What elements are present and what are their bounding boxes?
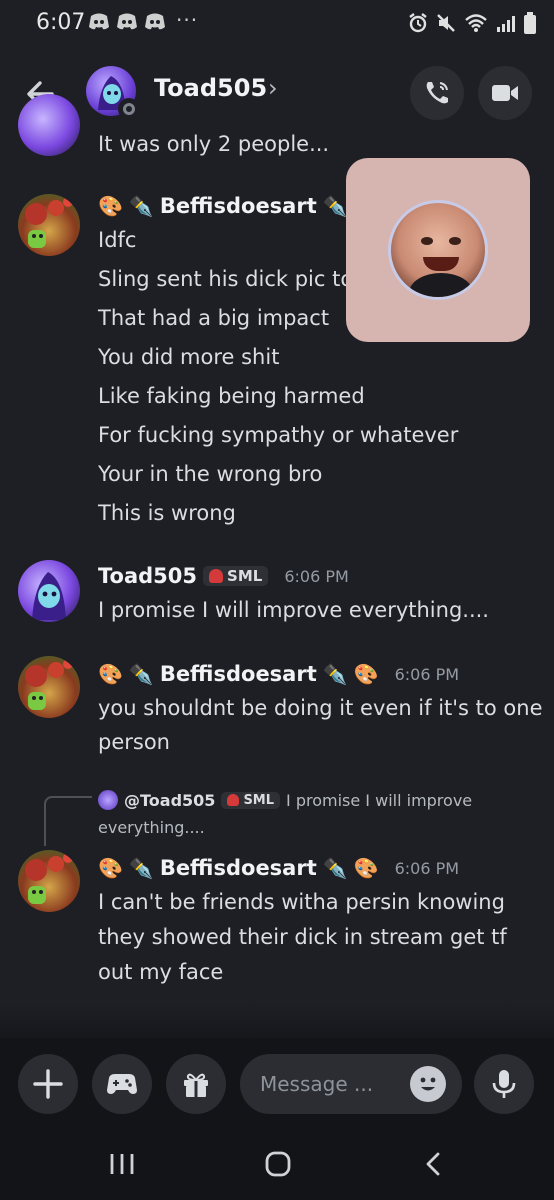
pip-avatar [388,200,488,300]
message-text: I promise I will improve everything.... [98,598,489,622]
message-text: you shouldnt be doing it even if it's to… [98,696,543,720]
mushroom-icon [227,794,240,806]
wifi-icon [464,13,488,33]
system-navigation-bar [0,1130,554,1200]
message-field[interactable] [240,1054,462,1114]
message-text: Your in the wrong bro [98,462,323,486]
message-text: You did more shit [98,345,280,369]
username[interactable]: Beffisdoesart [160,856,317,880]
system-icons [408,12,536,34]
reply-preview: everything.... [98,818,205,837]
mute-icon [436,13,456,33]
message-text: This is wrong [98,501,236,525]
mushroom-icon [209,569,224,583]
pen-nib-icon: ✒️ [128,194,154,218]
emoji-button[interactable] [410,1066,446,1102]
palette-icon: 🎨 [98,194,123,218]
message-header: 🎨 ✒️ Beffisdoesart ✒️ [98,194,348,218]
offline-status-icon [118,98,140,120]
reply-connector [44,796,92,846]
smiley-icon [410,1066,446,1102]
message-text: they showed their dick in stream get tf [98,925,507,949]
message-text: For fucking sympathy or whatever [98,423,459,447]
pen-nib-icon: ✒️ [322,194,348,218]
discord-notification-icon [88,12,110,32]
pen-nib-icon: ✒️ [128,856,154,880]
recent-apps-button[interactable] [92,1144,152,1184]
palette-icon: 🎨 [98,662,123,686]
avatar[interactable] [18,94,80,156]
clan-tag-label: SML [227,567,263,585]
video-camera-icon [478,66,532,120]
conversation-header: 6 Toad505 › [0,56,554,132]
reply-reference[interactable]: @Toad505 SML I promise I will improve [98,790,472,810]
timestamp: 6:06 PM [284,566,349,586]
clan-tag: SML [221,791,281,809]
message-text: person [98,730,170,754]
avatar[interactable] [18,850,80,912]
message-text: It was only 2 people... [98,132,330,156]
activities-button[interactable] [92,1054,152,1114]
palette-icon: 🎨 [353,662,379,686]
pen-nib-icon: ✒️ [322,856,348,880]
home-icon [248,1144,308,1184]
message-text: Idfc [98,228,137,252]
message-composer [0,1038,554,1130]
chevron-right-icon[interactable]: › [268,74,278,102]
discord-notification-icon [144,12,166,32]
reply-author[interactable]: @Toad505 [124,791,215,810]
gamepad-icon [92,1054,152,1114]
battery-icon [524,12,536,34]
message-text: Sling sent his dick pic to [98,267,354,291]
username[interactable]: Beffisdoesart [160,194,317,218]
avatar[interactable] [18,656,80,718]
message-input[interactable] [260,1068,400,1100]
plus-icon [18,1054,78,1114]
signal-icon [496,13,516,33]
message-text: That had a big impact [98,306,330,330]
timestamp: 6:06 PM [394,858,460,878]
message-text: I can't be friends witha persin knowing [98,890,505,914]
voice-message-button[interactable] [474,1054,534,1114]
message-header: Toad505 SML 6:06 PM [98,564,349,588]
notification-icons [88,12,166,32]
message-text: out my face [98,960,224,984]
message-header: 🎨 ✒️ Beffisdoesart ✒️ 🎨 6:06 PM [98,662,459,686]
palette-icon: 🎨 [98,856,123,880]
message-header: 🎨 ✒️ Beffisdoesart ✒️ 🎨 6:06 PM [98,856,459,880]
pen-nib-icon: ✒️ [128,662,154,686]
system-back-button[interactable] [404,1144,464,1184]
username[interactable]: Beffisdoesart [160,662,317,686]
chevron-left-icon [404,1144,464,1184]
alarm-icon [408,13,428,33]
floating-video-pip[interactable] [346,158,530,342]
message-text: Like faking being harmed [98,384,365,408]
discord-notification-icon [116,12,138,32]
gift-icon [166,1054,226,1114]
reply-preview: I promise I will improve [286,790,473,810]
username[interactable]: Toad505 [98,564,197,588]
phone-icon [410,66,464,120]
home-button[interactable] [248,1144,308,1184]
avatar[interactable] [18,194,80,256]
status-time: 6:07 [36,10,86,35]
status-bar: 6:07 ··· [0,0,554,48]
gift-button[interactable] [166,1054,226,1114]
discord-dm-screen: 6:07 ··· Toad505 › It was only 2 people.… [0,0,554,1200]
clan-tag-label: SML [243,792,275,808]
more-notifications-icon: ··· [176,8,199,32]
timestamp: 6:06 PM [394,664,460,684]
voice-call-button[interactable] [410,66,464,120]
recent-apps-icon [92,1144,152,1184]
pen-nib-icon: ✒️ [322,662,348,686]
microphone-icon [474,1054,534,1114]
avatar[interactable] [18,560,80,622]
avatar [98,790,118,810]
clan-tag[interactable]: SML [203,566,269,586]
video-call-button[interactable] [478,66,532,120]
page-title[interactable]: Toad505 [154,74,267,102]
add-attachment-button[interactable] [18,1054,78,1114]
palette-icon: 🎨 [353,856,379,880]
